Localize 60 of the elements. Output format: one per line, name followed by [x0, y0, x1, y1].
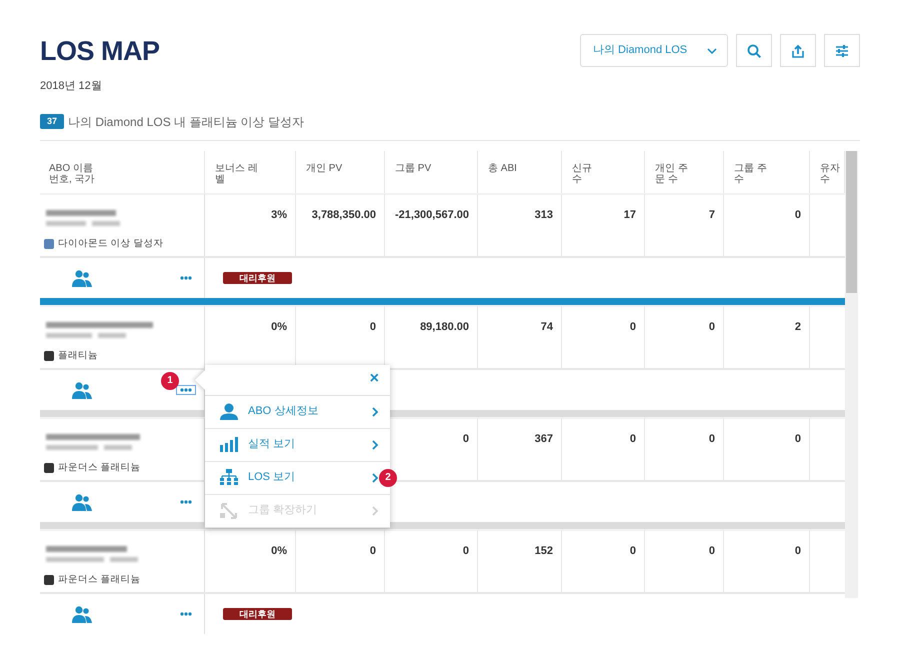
period-text: 2018년 12월	[40, 79, 103, 94]
people-icon[interactable]	[72, 604, 92, 622]
table-cell: 0	[562, 416, 645, 480]
table-cell: 2	[724, 304, 810, 368]
menu-item[interactable]: 실적 보기	[205, 428, 390, 462]
table-cell: 0	[645, 528, 724, 592]
export-button[interactable]	[780, 34, 816, 67]
status-tag: 대리후원	[223, 272, 292, 284]
table-cell: 3,788,350.00	[296, 192, 385, 256]
bar-chart-icon	[220, 436, 238, 453]
level-label: 파운더스 플래티늄	[58, 572, 141, 586]
chevron-right-icon	[372, 506, 378, 516]
more-icon	[180, 388, 192, 392]
level-label: 플래티늄	[58, 348, 98, 362]
table-cell: 0	[385, 528, 478, 592]
status-tag: 대리후원	[223, 608, 292, 620]
scope-dropdown[interactable]: 나의 Diamond LOS	[580, 34, 728, 67]
table-cell: 0	[645, 416, 724, 480]
table-cell: 74	[478, 304, 562, 368]
search-icon	[747, 44, 761, 58]
table-cell: 0	[724, 416, 810, 480]
table-cell: 3%	[205, 192, 296, 256]
chevron-right-icon	[372, 406, 378, 416]
table-cell: 0	[562, 304, 645, 368]
table-cell: 152	[478, 528, 562, 592]
more-icon	[180, 276, 192, 280]
chevron-right-icon	[372, 440, 378, 450]
page-title: LOS MAP	[40, 36, 161, 66]
count-badge: 37	[40, 114, 64, 130]
level-label: 파운더스 플래티늄	[58, 460, 141, 474]
scrollbar[interactable]	[845, 150, 858, 598]
filter-button[interactable]	[824, 34, 860, 67]
people-icon[interactable]	[72, 380, 92, 398]
expand-arrows-icon	[220, 502, 238, 519]
table-cell: 0	[645, 304, 724, 368]
person-icon	[220, 403, 238, 420]
close-button[interactable]: ×	[366, 370, 382, 388]
table-cell: 0	[724, 528, 810, 592]
sliders-icon	[835, 44, 849, 58]
menu-item[interactable]: ABO 상세정보	[205, 396, 390, 428]
level-label: 다이아몬드 이상 달성자	[58, 236, 164, 250]
table-cell: -21,300,567.00	[385, 192, 478, 256]
more-button[interactable]	[176, 384, 196, 394]
search-button[interactable]	[736, 34, 772, 67]
table-cell: 0	[562, 528, 645, 592]
table-cell: 313	[478, 192, 562, 256]
upload-icon	[791, 44, 805, 58]
table-cell: 0	[724, 192, 810, 256]
more-icon	[180, 500, 192, 504]
chevron-right-icon	[372, 472, 378, 482]
more-icon	[180, 612, 192, 616]
org-chart-icon	[220, 469, 238, 486]
callout-marker: 1	[161, 372, 179, 390]
chevron-down-icon	[707, 48, 717, 54]
table-cell: 7	[645, 192, 724, 256]
table-cell: 367	[478, 416, 562, 480]
table-cell: 17	[562, 192, 645, 256]
people-icon[interactable]	[72, 492, 92, 510]
people-icon[interactable]	[72, 268, 92, 286]
summary-text: 나의 Diamond LOS 내 플래티늄 이상 달성자	[68, 114, 304, 130]
